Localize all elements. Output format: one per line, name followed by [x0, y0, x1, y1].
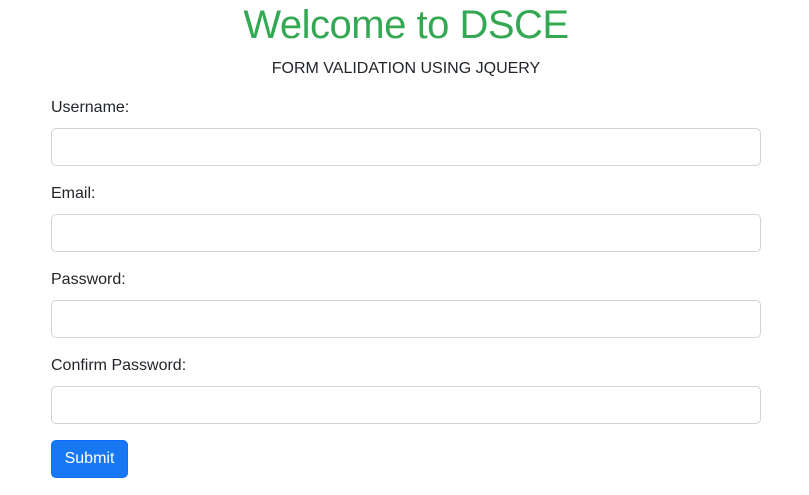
email-label: Email: [51, 185, 96, 202]
password-label: Password: [51, 271, 126, 288]
page: Welcome to DSCE FORM VALIDATION USING JQ… [0, 0, 809, 495]
page-subtitle: FORM VALIDATION USING JQUERY [271, 60, 541, 77]
username-input[interactable] [51, 128, 761, 166]
password-input[interactable] [51, 300, 761, 338]
confirm-password-label: Confirm Password: [51, 357, 187, 374]
page-title: Welcome to DSCE [243, 3, 569, 47]
email-input[interactable] [51, 214, 761, 252]
confirm-password-input[interactable] [51, 386, 761, 424]
submit-button[interactable]: Submit [51, 440, 128, 478]
username-label: Username: [51, 99, 130, 116]
